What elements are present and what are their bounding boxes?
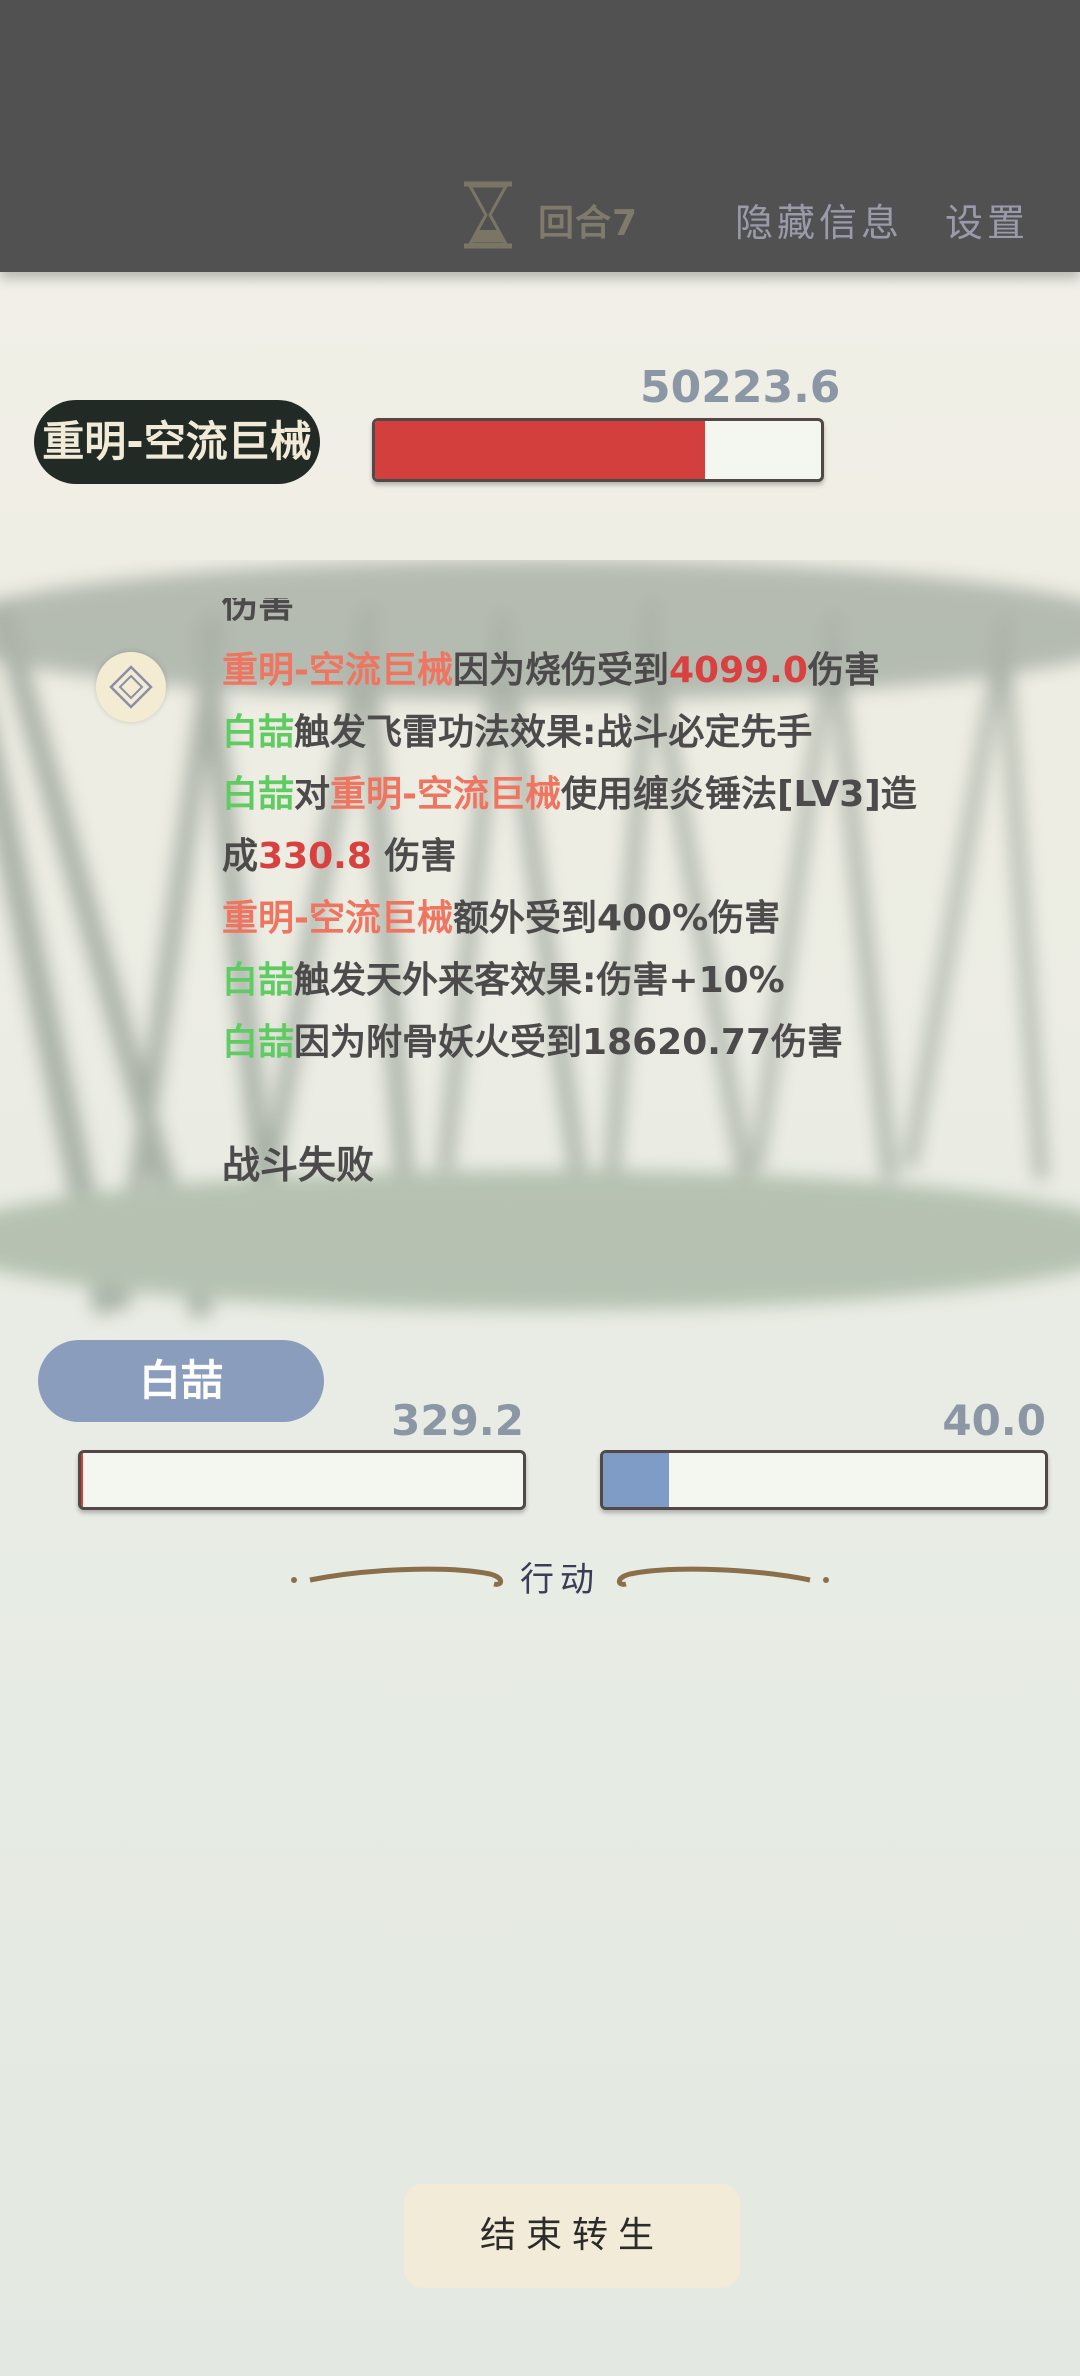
log-text: 伤害	[371, 836, 457, 877]
log-text: 额外受到400%伤害	[452, 898, 781, 939]
end-reincarnation-button[interactable]: 结束转生	[404, 2184, 740, 2288]
player-name-text: 白喆	[222, 712, 295, 753]
enemy-name-text: 重明-空流巨械	[222, 650, 453, 691]
player-mp-value: 40.0	[942, 1396, 1046, 1445]
enemy-name-text: 重明-空流巨械	[330, 774, 561, 815]
log-line: 重明-空流巨械额外受到400%伤害	[222, 888, 1022, 950]
log-text: 触发飞雷功法效果:战斗必定先手	[294, 712, 813, 753]
player-hp-value: 329.2	[391, 1396, 524, 1445]
log-line: 白喆对重明-空流巨械使用缠炎锤法[LV3]造	[222, 764, 1022, 826]
player-name-text: 白喆	[222, 1022, 295, 1063]
player-name-text: 白喆	[222, 960, 295, 1001]
log-line: 白喆触发天外来客效果:伤害+10%	[222, 950, 1022, 1012]
round-counter: 回合7	[538, 203, 639, 244]
enemy-hp-bar	[372, 418, 824, 482]
log-line: 白喆因为附骨妖火受到18620.77伤害	[222, 1012, 1022, 1074]
log-line: 重明-空流巨械因为烧伤受到4099.0伤害	[222, 640, 1022, 702]
log-text: 对	[294, 774, 331, 815]
enemy-name-text: 重明-空流巨械	[222, 898, 453, 939]
damage-value: 4099.0	[668, 650, 808, 691]
log-text: 使用缠炎锤法[LV3]造	[560, 774, 917, 815]
hide-info-button[interactable]: 隐藏信息	[735, 192, 903, 247]
player-hp-bar	[78, 1450, 526, 1510]
top-bar: 回合7 隐藏信息 设置	[0, 0, 1080, 272]
log-text: 因为烧伤受到	[452, 650, 669, 691]
battle-log-icon[interactable]	[96, 652, 166, 722]
damage-value: 330.8	[258, 836, 372, 877]
log-text: 因为附骨妖火受到18620.77伤害	[294, 1022, 844, 1063]
log-text: 伤害	[807, 650, 880, 691]
log-line: 成330.8 伤害	[222, 826, 1022, 888]
battle-result: 战斗失败	[222, 1143, 375, 1187]
log-text: 触发天外来客效果:伤害+10%	[294, 960, 785, 1001]
player-name-badge: 白喆	[38, 1340, 324, 1422]
log-partial-line: 伤害	[222, 598, 295, 626]
enemy-hp-value: 50223.6	[640, 362, 841, 413]
player-mp-fill	[603, 1453, 670, 1507]
player-name-text: 白喆	[222, 774, 295, 815]
settings-button[interactable]: 设置	[945, 192, 1029, 247]
player-mp-bar	[600, 1450, 1048, 1510]
battle-log: 重明-空流巨械因为烧伤受到4099.0伤害 白喆触发飞雷功法效果:战斗必定先手 白喆…	[222, 640, 1022, 1074]
enemy-name-badge: 重明-空流巨械	[34, 400, 320, 484]
action-label: 行动	[520, 1560, 600, 1600]
enemy-hp-fill	[375, 421, 706, 479]
hourglass-icon	[464, 181, 512, 249]
log-text: 成	[222, 836, 259, 877]
log-line: 白喆触发飞雷功法效果:战斗必定先手	[222, 702, 1022, 764]
player-hp-fill	[81, 1453, 84, 1507]
diamond-icon	[109, 665, 153, 709]
